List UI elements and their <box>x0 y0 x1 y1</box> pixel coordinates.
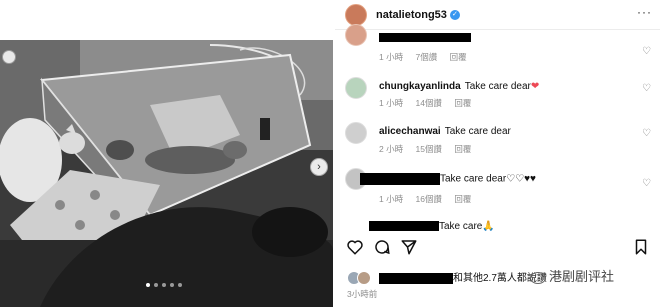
comment-meta: 1 小時 16個讚 回覆 <box>379 193 481 205</box>
comment-text <box>379 32 471 43</box>
heart-emojis: ♡♡♥♥ <box>506 173 536 185</box>
carousel-dot[interactable] <box>162 283 166 287</box>
reply-button[interactable]: 回覆 <box>454 194 471 204</box>
author-username-text[interactable]: natalietong53 <box>376 9 447 21</box>
heart-icon[interactable] <box>346 238 364 256</box>
carousel-next-button[interactable]: › <box>310 158 328 176</box>
commenter-username[interactable]: alicechanwai <box>379 126 441 137</box>
author-avatar[interactable] <box>345 4 367 26</box>
comment-item: alicechanwai Take care dear 2 小時 15個讚 回覆 … <box>335 120 660 160</box>
comment-text: Take care🙏 <box>369 221 495 232</box>
commenter-username[interactable]: chungkayanlinda <box>379 81 461 92</box>
redacted-username <box>369 221 439 232</box>
comment-item: chungkayanlinda Take care dear❤ 1 小時 14個讚… <box>335 75 660 115</box>
comment-time: 2 小時 <box>379 144 404 154</box>
carousel-dot[interactable] <box>146 283 150 287</box>
comment-time: 1 小時 <box>379 194 404 204</box>
comment-time: 1 小時 <box>379 98 404 108</box>
comment-time: 1 小時 <box>379 52 404 62</box>
more-options-icon[interactable]: ··· <box>637 5 652 19</box>
comment-meta: 1 小時 14個讚 回覆 <box>379 97 481 109</box>
pray-emoji: 🙏 <box>482 221 495 232</box>
red-heart-emoji: ❤ <box>530 81 540 92</box>
comment-meta: 2 小時 15個讚 回覆 <box>379 143 481 155</box>
redacted-username <box>360 173 440 185</box>
comment-likes[interactable]: 7個讚 <box>415 52 437 62</box>
commenter-avatar[interactable] <box>345 77 367 99</box>
wechat-logo-icon <box>530 271 546 284</box>
paper-plane-icon[interactable] <box>400 238 418 256</box>
reply-button[interactable]: 回覆 <box>454 144 471 154</box>
liker-avatars <box>347 271 379 286</box>
post-side-panel: natalietong53 ✓ ··· 1 小時 7個讚 回覆 ♡ chungka… <box>335 0 660 307</box>
commenter-avatar[interactable] <box>345 122 367 144</box>
comment-likes[interactable]: 16個讚 <box>415 194 441 204</box>
comment-item: Take care dear♡♡♥♥ 1 小時 16個讚 回覆 ♡ <box>335 166 660 206</box>
comment-likes[interactable]: 14個讚 <box>415 98 441 108</box>
comment-meta: 1 小時 7個讚 回覆 <box>379 51 477 63</box>
post-action-bar <box>335 238 660 262</box>
likes-summary[interactable]: 和其他2.7萬人都說讚 <box>347 269 547 286</box>
verified-badge-icon: ✓ <box>449 10 460 21</box>
liker-avatar <box>357 271 371 286</box>
comment-likes[interactable]: 15個讚 <box>415 144 441 154</box>
carousel-dot[interactable] <box>178 283 182 287</box>
image-info-button[interactable] <box>2 50 16 64</box>
comment-item: Take care🙏 <box>335 217 660 237</box>
comment-like-heart-icon[interactable]: ♡ <box>642 83 651 94</box>
comment-bubble-icon[interactable] <box>373 238 391 256</box>
comment-like-heart-icon[interactable]: ♡ <box>642 128 651 139</box>
comment-item: 1 小時 7個讚 回覆 ♡ <box>335 24 660 66</box>
post-timestamp[interactable]: 3小時前 <box>347 288 377 300</box>
redacted-username <box>379 272 453 284</box>
watermark: 港剧剧评社 <box>530 266 614 285</box>
comment-text: Take care dear♡♡♥♥ <box>360 173 536 185</box>
comment-text: alicechanwai Take care dear <box>379 126 511 137</box>
post-photo: › <box>0 0 335 307</box>
reply-button[interactable]: 回覆 <box>450 52 467 62</box>
watermark-text: 港剧剧评社 <box>549 269 615 284</box>
bookmark-icon[interactable] <box>632 238 650 256</box>
photo-image <box>0 0 335 307</box>
redacted-username <box>379 32 471 42</box>
reply-button[interactable]: 回覆 <box>454 98 471 108</box>
comment-like-heart-icon[interactable]: ♡ <box>642 178 651 189</box>
carousel-dot[interactable] <box>154 283 158 287</box>
comment-like-heart-icon[interactable]: ♡ <box>642 46 651 57</box>
author-username[interactable]: natalietong53 ✓ <box>376 9 460 21</box>
commenter-avatar[interactable] <box>345 24 367 46</box>
carousel-dots <box>146 283 182 287</box>
post-header: natalietong53 ✓ ··· <box>335 0 660 30</box>
comment-text: chungkayanlinda Take care dear❤ <box>379 81 540 92</box>
carousel-dot[interactable] <box>170 283 174 287</box>
